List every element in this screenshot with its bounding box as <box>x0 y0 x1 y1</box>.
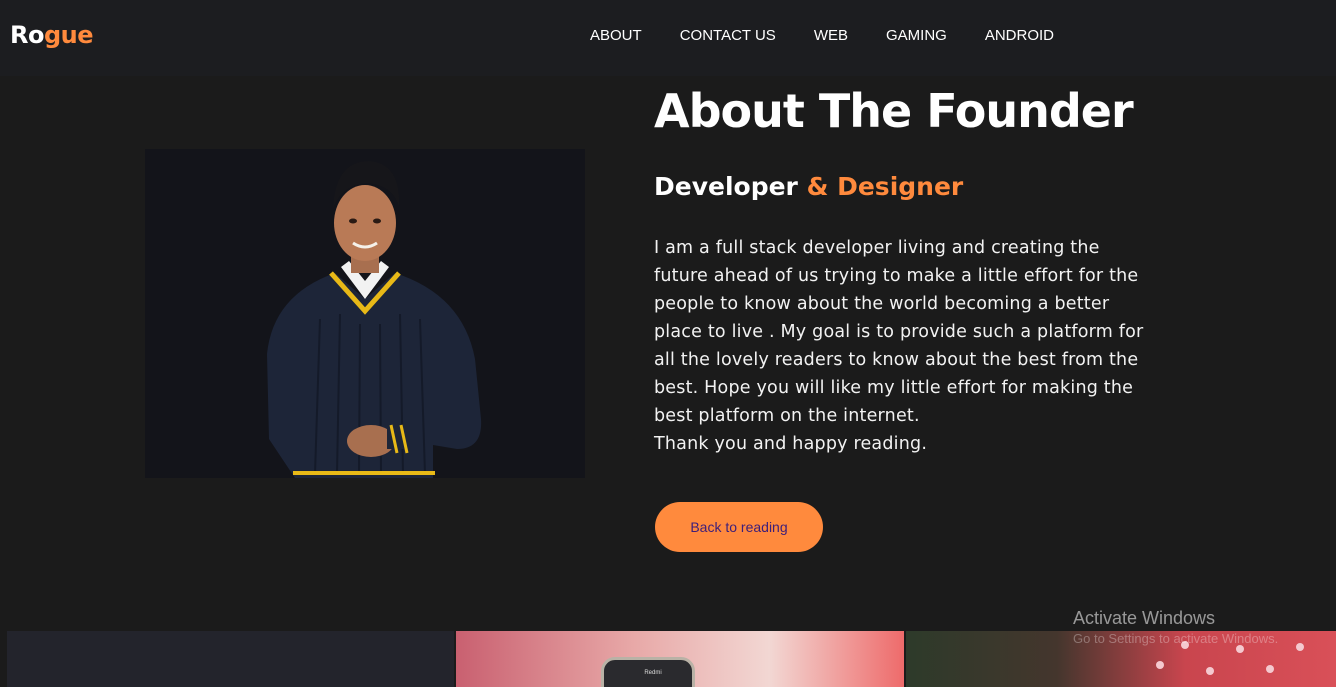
article-card[interactable] <box>7 631 455 687</box>
decor-dot <box>1295 643 1304 651</box>
bio-text: I am a full stack developer living and c… <box>654 238 1144 454</box>
nav-link-about[interactable]: ABOUT <box>590 27 642 44</box>
nav-link-gaming[interactable]: GAMING <box>886 27 947 44</box>
navbar: Rogue ABOUT CONTACT US WEB GAMING ANDROI… <box>0 0 1336 76</box>
main-nav: ABOUT CONTACT US WEB GAMING ANDROID <box>590 27 1092 44</box>
phone-image: Redmi <box>601 657 696 687</box>
subtitle-developer: Developer <box>654 172 798 201</box>
watermark-subtitle: Go to Settings to activate Windows. <box>1073 631 1279 646</box>
site-logo[interactable]: Rogue <box>10 21 94 49</box>
nav-link-web[interactable]: WEB <box>814 27 848 44</box>
page-title: About The Founder <box>654 84 1134 138</box>
phone-screen-text: Redmi <box>644 670 662 676</box>
back-to-reading-button[interactable]: Back to reading <box>655 502 823 552</box>
decor-dot <box>1235 645 1244 653</box>
activate-windows-watermark: Activate Windows Go to Settings to activ… <box>1073 608 1278 646</box>
decor-dot <box>1155 661 1164 669</box>
founder-subtitle: Developer & Designer <box>654 172 963 201</box>
founder-portrait <box>145 149 585 478</box>
founder-portrait-icon <box>145 149 585 478</box>
decor-dot <box>1205 667 1214 675</box>
subtitle-designer: & Designer <box>797 172 964 201</box>
decor-dot <box>1265 665 1274 673</box>
logo-text-primary: Ro <box>10 21 44 49</box>
nav-link-android[interactable]: ANDROID <box>985 27 1054 44</box>
watermark-title: Activate Windows <box>1073 608 1216 628</box>
article-card[interactable]: Redmi <box>456 631 904 687</box>
founder-bio: I am a full stack developer living and c… <box>654 234 1214 458</box>
nav-link-contact-us[interactable]: CONTACT US <box>680 27 776 44</box>
logo-text-accent: gue <box>43 21 94 49</box>
